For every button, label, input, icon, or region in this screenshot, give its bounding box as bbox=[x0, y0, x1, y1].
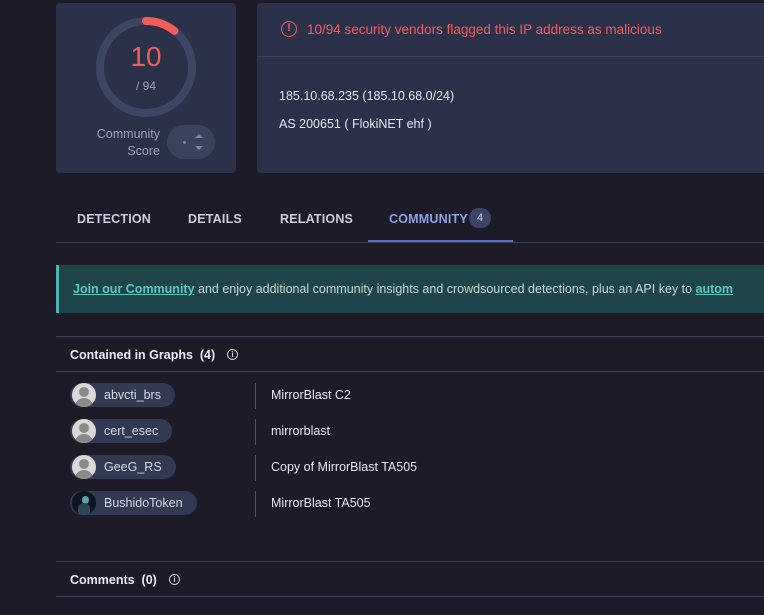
graph-owner-name: BushidoToken bbox=[104, 496, 183, 510]
graph-name-link[interactable]: Copy of MirrorBlast TA505 bbox=[271, 460, 417, 474]
vote-up-icon[interactable] bbox=[195, 134, 203, 138]
row-divider bbox=[255, 455, 256, 481]
row-divider bbox=[255, 491, 256, 517]
as-info[interactable]: AS 200651 ( FlokiNET ehf ) bbox=[279, 117, 432, 131]
row-divider bbox=[255, 383, 256, 409]
graphs-title-text: Contained in Graphs bbox=[70, 348, 193, 362]
avatar bbox=[72, 455, 96, 479]
graphs-section-title: Contained in Graphs (4) bbox=[70, 348, 215, 362]
vote-down-icon[interactable] bbox=[195, 146, 203, 150]
ip-info-card: ! 10/94 security vendors flagged this IP… bbox=[257, 3, 764, 173]
avatar bbox=[72, 383, 96, 407]
graph-owner-chip[interactable]: BushidoToken bbox=[70, 491, 197, 515]
graph-row: cert_esec mirrorblast bbox=[70, 419, 764, 455]
community-score-label-line1: Community bbox=[96, 127, 160, 141]
info-icon[interactable]: i bbox=[227, 349, 238, 360]
avatar bbox=[72, 419, 96, 443]
tab-community-badge: 4 bbox=[469, 208, 491, 228]
avatar bbox=[72, 491, 96, 515]
community-score-label: Community Score bbox=[74, 126, 160, 160]
graph-owner-name: GeeG_RS bbox=[104, 460, 162, 474]
automation-link[interactable]: autom bbox=[696, 282, 734, 296]
graph-owner-chip[interactable]: abvcti_brs bbox=[70, 383, 175, 407]
comments-section-header: Comments (0) i bbox=[56, 561, 764, 597]
tab-details[interactable]: DETAILS bbox=[188, 212, 242, 226]
detection-count: 10 bbox=[130, 41, 162, 72]
graphs-count: (4) bbox=[199, 348, 216, 362]
tab-community[interactable]: COMMUNITY bbox=[389, 212, 468, 226]
info-icon[interactable]: i bbox=[169, 574, 180, 585]
graph-name-link[interactable]: MirrorBlast C2 bbox=[271, 388, 351, 402]
graph-owner-name: abvcti_brs bbox=[104, 388, 161, 402]
detection-total: / 94 bbox=[135, 79, 156, 93]
graph-name-link[interactable]: mirrorblast bbox=[271, 424, 330, 438]
graph-row: GeeG_RS Copy of MirrorBlast TA505 bbox=[70, 455, 764, 491]
alert-text: 10/94 security vendors flagged this IP a… bbox=[307, 22, 662, 37]
tab-bar: DETECTION DETAILS RELATIONS COMMUNITY 4 bbox=[56, 200, 764, 243]
graph-row: abvcti_brs MirrorBlast C2 bbox=[70, 383, 764, 419]
community-score-label-line2: Score bbox=[127, 144, 160, 158]
page: 10 / 94 Community Score ! 10/94 security… bbox=[0, 0, 764, 615]
graph-owner-chip[interactable]: cert_esec bbox=[70, 419, 173, 443]
graph-row: BushidoToken MirrorBlast TA505 bbox=[70, 491, 764, 527]
malicious-alert: ! 10/94 security vendors flagged this IP… bbox=[257, 3, 764, 57]
ip-address[interactable]: 185.10.68.235 (185.10.68.0/24) bbox=[279, 89, 454, 103]
comments-count: (0) bbox=[141, 573, 157, 587]
comments-title-text: Comments bbox=[70, 573, 135, 587]
graphs-section-header: Contained in Graphs (4) i bbox=[56, 336, 764, 372]
comments-section-title: Comments (0) bbox=[70, 573, 157, 587]
tab-detection[interactable]: DETECTION bbox=[77, 212, 151, 226]
join-community-link[interactable]: Join our Community bbox=[73, 282, 195, 296]
active-tab-indicator bbox=[368, 240, 513, 242]
vote-value-dot bbox=[183, 141, 186, 144]
alert-circle-icon: ! bbox=[281, 21, 297, 37]
detection-score-card: 10 / 94 Community Score bbox=[56, 3, 236, 173]
row-divider bbox=[255, 419, 256, 445]
banner-body: and enjoy additional community insights … bbox=[194, 282, 696, 296]
graph-owner-chip[interactable]: GeeG_RS bbox=[70, 455, 176, 479]
graph-name-link[interactable]: MirrorBlast TA505 bbox=[271, 496, 371, 510]
community-banner: Join our Community and enjoy additional … bbox=[56, 265, 764, 313]
community-vote-control[interactable] bbox=[167, 125, 215, 159]
banner-text: Join our Community and enjoy additional … bbox=[73, 282, 733, 296]
tab-relations[interactable]: RELATIONS bbox=[280, 212, 353, 226]
graph-owner-name: cert_esec bbox=[104, 424, 159, 438]
